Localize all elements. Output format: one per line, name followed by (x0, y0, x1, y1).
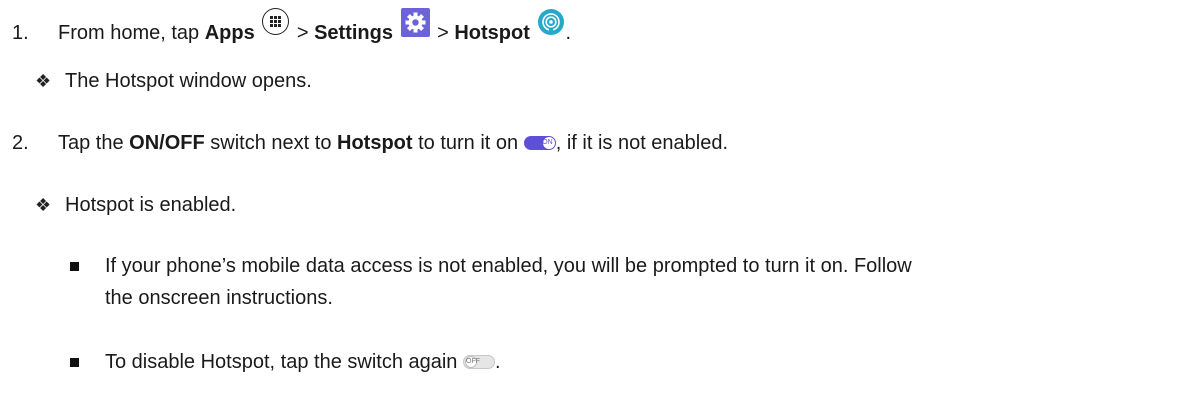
hotspot-label: Hotspot (337, 132, 413, 154)
toggle-off-label: OFF (466, 358, 480, 365)
step-text: switch next to (204, 132, 337, 154)
settings-gear-icon (400, 8, 430, 37)
toggle-off-icon: OFF (463, 355, 495, 369)
bullet-text-line-1: If your phone’s mobile data access is no… (105, 255, 912, 277)
result-1: ❖ The Hotspot window opens. (35, 69, 312, 93)
step-text: to turn it on (412, 132, 524, 154)
toggle-on-label: ON (542, 139, 553, 146)
apps-grid-icon (262, 8, 290, 35)
square-bullet-icon (70, 358, 79, 367)
apps-label: Apps (204, 22, 255, 44)
step-number: 2. (12, 132, 29, 154)
separator: > (431, 22, 455, 44)
step-number: 1. (12, 22, 29, 44)
square-bullet-icon (70, 262, 79, 271)
diamond-bullet-icon: ❖ (35, 71, 52, 91)
bullet-text-line-2: the onscreen instructions. (105, 287, 333, 309)
separator: > (291, 22, 315, 44)
settings-label: Settings (314, 22, 393, 44)
step-text: , if it is not enabled. (555, 132, 729, 154)
bullet-item-1: If your phone’s mobile data access is no… (70, 254, 912, 310)
step-1: 1. From home, tap Apps > Settings > Hotsp… (12, 8, 571, 45)
result-text: The Hotspot window opens. (65, 70, 312, 92)
step-2: 2. Tap the ON/OFF switch next to Hotspot … (12, 131, 728, 155)
step-text: From home, tap (58, 22, 205, 44)
hotspot-icon (537, 8, 565, 36)
diamond-bullet-icon: ❖ (35, 195, 52, 215)
hotspot-label: Hotspot (454, 22, 530, 44)
bullet-end: . (495, 351, 501, 373)
step-end: . (565, 22, 572, 44)
toggle-on-icon: ON (523, 136, 556, 150)
result-text: Hotspot is enabled. (65, 194, 237, 216)
bullet-text: To disable Hotspot, tap the switch again (105, 351, 463, 373)
result-2: ❖ Hotspot is enabled. (35, 193, 236, 217)
step-text: Tap the (58, 132, 130, 154)
onoff-label: ON/OFF (129, 132, 205, 154)
bullet-item-2: To disable Hotspot, tap the switch again… (70, 350, 501, 374)
